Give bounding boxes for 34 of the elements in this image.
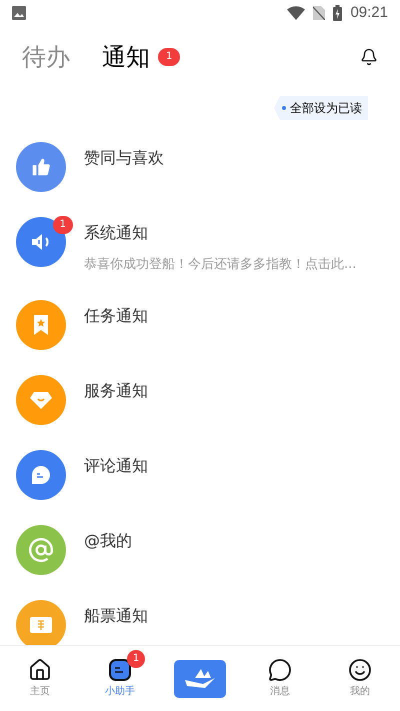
no-sim-icon [313, 6, 326, 20]
center-logo-button[interactable] [174, 660, 226, 698]
unread-badge: 1 [52, 216, 73, 234]
header-tab[interactable]: 待办 [22, 39, 70, 75]
notification-title[interactable]: 系统通知 [84, 221, 356, 245]
smiley-icon [348, 658, 372, 682]
home-icon [28, 658, 52, 682]
chat-bubble-icon [30, 464, 52, 486]
assistant-icon [108, 658, 132, 682]
nav-tab[interactable]: 消息 [268, 658, 292, 699]
unread-badge: 1 [158, 48, 180, 66]
notification-title[interactable]: 船票通知 [84, 604, 148, 628]
bookmark-icon [31, 314, 51, 336]
header-tab[interactable]: 通知 [102, 39, 150, 75]
nav-tab[interactable]: 我的 [348, 658, 372, 699]
nav-tab[interactable]: 主页 [28, 658, 52, 699]
paper-boat-icon [183, 668, 217, 690]
bell-icon[interactable] [360, 48, 378, 66]
chat-bubble-icon [268, 658, 292, 682]
notification-title[interactable]: 任务通知 [84, 304, 148, 328]
wifi-icon [287, 6, 306, 20]
notification-title[interactable]: 服务通知 [84, 378, 148, 402]
mark-all-read-button[interactable]: 全部设为已读 [274, 96, 368, 120]
notification-title[interactable]: 赞同与喜欢 [84, 146, 164, 170]
ticket-icon [29, 616, 53, 634]
status-time: 09:21 [350, 2, 388, 23]
at-sign-icon [28, 536, 54, 562]
unread-badge: 1 [127, 650, 145, 668]
notification-title[interactable]: @我的 [84, 528, 132, 552]
image-icon [12, 6, 26, 20]
battery-icon [333, 5, 342, 21]
notification-preview: 恭喜你成功登船！今后还请多多指教！点击此... [84, 256, 356, 274]
notification-title[interactable]: 评论通知 [84, 454, 148, 478]
thumbs-up-icon [30, 156, 52, 178]
